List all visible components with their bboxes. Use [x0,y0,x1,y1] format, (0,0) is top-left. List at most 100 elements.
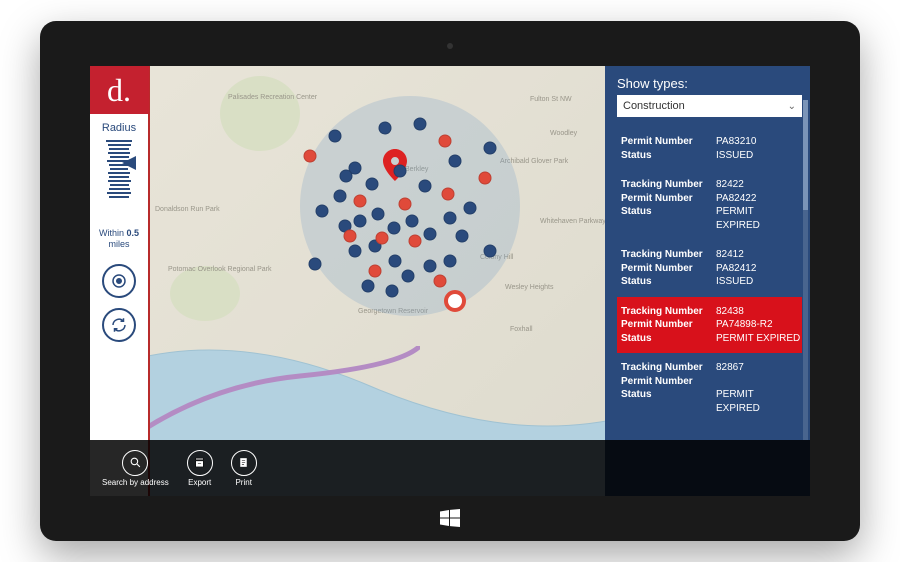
map-pin-blue[interactable] [362,280,375,293]
map-pin-blue[interactable] [379,122,392,135]
export-button[interactable]: Export [187,450,213,487]
map-pin-blue[interactable] [354,215,367,228]
map-pin-blue[interactable] [386,285,399,298]
permit-field-label: Tracking Number [621,248,716,262]
permit-field-label: Status [621,205,716,232]
permit-item[interactable]: Tracking Number82438Permit NumberPA74898… [617,297,802,354]
map-pin-blue[interactable] [366,178,379,191]
map-pin-red[interactable] [409,235,422,248]
permit-field-value: PERMIT EXPIRED [716,332,802,346]
radius-indicator-icon [122,156,136,170]
permit-item[interactable]: Permit NumberPA83210StatusISSUED [617,127,802,170]
map-pin-blue[interactable] [484,245,497,258]
permit-field-value: PA83210 [716,135,798,149]
permit-field-value: 82422 [716,178,798,192]
map-canvas[interactable]: Palisades Recreation Center Berkley Arch… [150,66,605,496]
permit-field-label: Status [621,332,716,346]
map-pin-red[interactable] [434,275,447,288]
map-pin-red[interactable] [304,150,317,163]
map-label: Donaldson Run Park [155,206,220,213]
park-shape [220,76,300,151]
map-pin-blue[interactable] [444,212,457,225]
map-label: Woodley [550,130,577,137]
map-pin-blue[interactable] [309,258,322,271]
permit-field-value: 82438 [716,305,802,319]
map-label: Potomac Overlook Regional Park [168,266,272,273]
map-pin-red[interactable] [439,135,452,148]
app-screen: d. Radius Within 0.5 miles [90,66,810,496]
map-pin-red[interactable] [442,188,455,201]
map-pin-blue[interactable] [334,190,347,203]
windows-logo-button[interactable] [440,509,460,527]
map-pin-blue[interactable] [464,202,477,215]
map-pin-blue[interactable] [484,142,497,155]
webcam-dot [447,43,453,49]
radius-label: Radius [102,122,136,134]
results-scrollbar[interactable] [803,100,808,440]
permit-field-value: ISSUED [716,149,798,163]
print-button[interactable]: Print [231,450,257,487]
search-icon [122,450,148,476]
radius-value-label: Within 0.5 miles [99,228,139,250]
permit-field-value: PA74898-R2 [716,318,802,332]
map-pin-blue[interactable] [394,165,407,178]
tablet-device-frame: d. Radius Within 0.5 miles [40,21,860,541]
app-logo-letter: d. [107,72,131,109]
permit-field-value: PA82422 [716,192,798,206]
map-label: Fulton St NW [530,96,572,103]
map-pin-blue[interactable] [424,260,437,273]
permit-field-label: Permit Number [621,318,716,332]
map-pin-blue[interactable] [456,230,469,243]
map-label: Palisades Recreation Center [228,94,317,101]
map-pin-red[interactable] [369,265,382,278]
filter-label: Show types: [617,76,802,91]
search-by-address-button[interactable]: Search by address [102,450,169,487]
map-pin-selected[interactable] [444,290,466,312]
refresh-button[interactable] [102,308,136,342]
map-pin-blue[interactable] [424,228,437,241]
map-pin-blue[interactable] [389,255,402,268]
permit-field-value: PERMIT EXPIRED [716,205,798,232]
permit-field-value [716,375,798,389]
map-pin-red[interactable] [344,230,357,243]
permit-field-label: Tracking Number [621,361,716,375]
map-pin-blue[interactable] [316,205,329,218]
permit-field-label: Permit Number [621,375,716,389]
app-logo-tile[interactable]: d. [90,66,149,114]
export-icon [187,450,213,476]
left-sidebar: d. Radius Within 0.5 miles [90,66,150,496]
map-pin-blue[interactable] [414,118,427,131]
permit-field-label: Status [621,149,716,163]
scroll-thumb[interactable] [803,100,808,210]
permit-field-label: Permit Number [621,135,716,149]
map-pin-blue[interactable] [444,255,457,268]
map-pin-blue[interactable] [419,180,432,193]
permit-field-value: PA82412 [716,262,798,276]
locate-me-button[interactable] [102,264,136,298]
permit-field-label: Status [621,275,716,289]
map-pin-blue[interactable] [402,270,415,283]
permit-field-value: 82867 [716,361,798,375]
map-pin-blue[interactable] [388,222,401,235]
permit-field-label: Status [621,388,716,415]
map-pin-red[interactable] [376,232,389,245]
type-dropdown[interactable]: Construction ⌄ [617,95,802,117]
map-pin-red[interactable] [479,172,492,185]
map-pin-blue[interactable] [349,245,362,258]
map-label: Wesley Heights [505,284,554,291]
map-pin-blue[interactable] [329,130,342,143]
map-pin-blue[interactable] [340,170,353,183]
permit-field-label: Tracking Number [621,178,716,192]
app-command-bar: Search by address Export Print [90,440,810,496]
map-pin-blue[interactable] [372,208,385,221]
permit-item[interactable]: Tracking Number82422Permit NumberPA82422… [617,170,802,240]
map-pin-blue[interactable] [449,155,462,168]
print-icon [231,450,257,476]
map-pin-red[interactable] [399,198,412,211]
permit-item[interactable]: Tracking Number82867Permit NumberStatusP… [617,353,802,423]
permit-field-label: Permit Number [621,192,716,206]
map-pin-blue[interactable] [406,215,419,228]
permit-item[interactable]: Tracking Number82412Permit NumberPA82412… [617,240,802,297]
dropdown-value: Construction [623,100,685,112]
map-pin-red[interactable] [354,195,367,208]
